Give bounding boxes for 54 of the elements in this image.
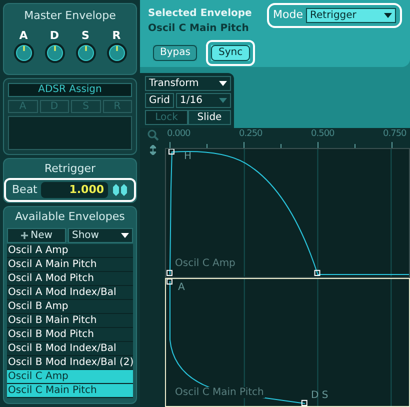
beat-label: Beat <box>12 182 38 198</box>
ruler-label: 0.750 <box>383 128 406 141</box>
vertical-arrows-icon[interactable] <box>150 145 156 155</box>
node-marker-label: D S <box>311 390 328 400</box>
knob-label: R <box>112 28 121 42</box>
envelope-list-item[interactable]: Oscil B Mod Index/Bal <box>7 342 133 356</box>
panel-title: Retrigger <box>44 161 96 177</box>
envelope-list-item[interactable]: Oscil A Mod Pitch <box>7 272 133 286</box>
beat-value-field[interactable]: 1.000 <box>41 182 108 198</box>
envelope-list-item[interactable]: Oscil C Amp <box>7 370 133 384</box>
mode-dropdown[interactable]: Retrigger <box>306 8 396 23</box>
knob-label: D <box>50 28 60 42</box>
knob[interactable] <box>44 42 66 64</box>
selected-envelope-title: Selected Envelope <box>148 7 253 21</box>
adsr-assign-header: ADSR Assign <box>8 83 132 97</box>
envelope-list-item[interactable]: Oscil A Mod Index/Bal <box>7 286 133 300</box>
envelope-list-item[interactable]: Oscil A Main Pitch <box>7 258 133 272</box>
caret-icon <box>219 98 227 103</box>
toggle-button[interactable]: Sync <box>206 40 255 66</box>
knob-label: A <box>19 28 28 42</box>
ruler-label: 0.250 <box>239 128 262 141</box>
envelope-list-item[interactable]: Oscil B Mod Index/Bal (2) <box>7 356 133 370</box>
node-marker-label: A <box>178 282 185 292</box>
envelope-list-item[interactable]: Oscil B Mod Pitch <box>7 328 133 342</box>
envelope-list-item[interactable]: Oscil B Main Pitch <box>7 314 133 328</box>
caret-icon <box>121 232 129 238</box>
mode-label: Mode <box>273 7 303 23</box>
selected-envelope-name: Oscil C Main Pitch <box>148 22 250 36</box>
new-button[interactable]: New <box>7 228 66 242</box>
envelope-list-item[interactable]: Oscil A Amp <box>7 244 133 258</box>
lane-name: Oscil C Main Pitch <box>174 387 265 398</box>
envelope-list-item[interactable]: Oscil C Main Pitch <box>7 384 133 398</box>
envelope-lane[interactable]: H Oscil C Amp <box>165 148 410 278</box>
plus-icon <box>20 232 28 238</box>
lane-name: Oscil C Amp <box>174 258 236 268</box>
show-dropdown[interactable]: Show <box>68 228 133 242</box>
knob[interactable] <box>12 42 34 64</box>
envelope-lane[interactable]: A Oscil C Main Pitch D S <box>165 278 410 407</box>
mode-tab[interactable]: Slide <box>188 110 231 125</box>
spin-arrows-icon[interactable] <box>112 182 128 197</box>
panel-title: Available Envelopes <box>14 209 126 225</box>
knob[interactable] <box>106 42 128 64</box>
knob-label: S <box>82 28 90 42</box>
transform-dropdown[interactable]: Transform <box>145 76 231 91</box>
panel-title: Master Envelope <box>24 8 116 24</box>
grid-dropdown[interactable]: 1/16 <box>176 93 231 108</box>
envelope-list-item[interactable]: Oscil B Amp <box>7 300 133 314</box>
caret-icon <box>219 81 227 86</box>
knob[interactable] <box>74 42 96 64</box>
grid-button[interactable]: Grid <box>145 93 174 108</box>
ruler-label: 0.500 <box>311 128 334 141</box>
ruler-label: 0.000 <box>167 128 190 141</box>
node-marker-label: H <box>184 152 192 162</box>
caret-icon <box>384 12 392 18</box>
